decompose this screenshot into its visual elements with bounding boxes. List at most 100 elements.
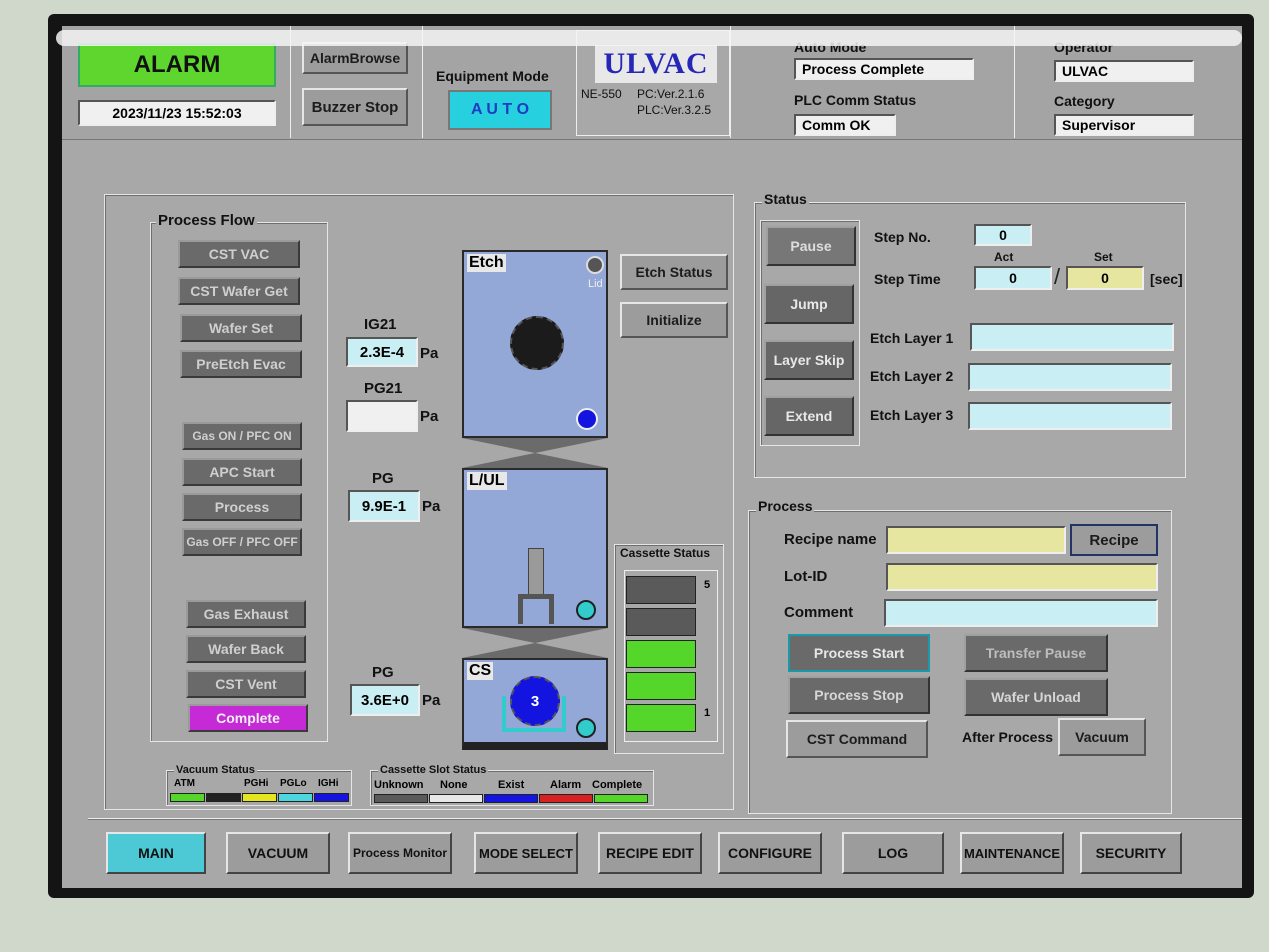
- ig21-unit: Pa: [420, 345, 439, 362]
- flow-step-apc-start: APC Start: [182, 458, 302, 486]
- cs-chamber[interactable]: CS 3: [462, 658, 608, 750]
- pg-lul-unit: Pa: [422, 498, 441, 515]
- cassette-bottom-number: 1: [704, 707, 711, 719]
- flow-step-cst-vent: CST Vent: [186, 670, 306, 698]
- nav-vacuum-button[interactable]: VACUUM: [226, 832, 330, 874]
- nav-maintenance-button[interactable]: MAINTENANCE: [960, 832, 1064, 874]
- cs-sensor-indicator: [576, 718, 596, 738]
- nav-security-button[interactable]: SECURITY: [1080, 832, 1182, 874]
- slot-status-title: Cassette Slot Status: [378, 764, 489, 776]
- nav-process-monitor-button[interactable]: Process Monitor: [348, 832, 452, 874]
- alarm-indicator[interactable]: ALARM: [78, 43, 276, 87]
- ulvac-logo-text: ULVAC: [603, 47, 709, 80]
- flow-step-label: Wafer Back: [208, 641, 284, 657]
- lid-label: Lid: [588, 278, 603, 290]
- lot-id-field[interactable]: [886, 563, 1158, 591]
- legend-pglo-label: PGLo: [280, 778, 307, 789]
- transfer-fork-icon: [518, 594, 554, 624]
- alarm-browse-button[interactable]: AlarmBrowse: [302, 42, 408, 74]
- nav-vacuum-label: VACUUM: [247, 845, 309, 861]
- legend-complete-label: Complete: [592, 779, 643, 791]
- flow-step-label: PreEtch Evac: [196, 356, 286, 372]
- etch-layer-1-field: [970, 323, 1174, 351]
- flow-step-label: APC Start: [209, 464, 275, 480]
- pg21-label: PG21: [364, 380, 403, 397]
- legend-atm-swatch: [170, 793, 205, 802]
- datetime-display: 2023/11/23 15:52:03: [78, 100, 276, 126]
- lul-chamber[interactable]: L/UL: [462, 468, 608, 628]
- category-label: Category: [1054, 93, 1115, 109]
- nav-mode-select-label: MODE SELECT: [479, 845, 573, 861]
- transfer-pause-button[interactable]: Transfer Pause: [964, 634, 1108, 672]
- set-label: Set: [1094, 250, 1113, 264]
- nav-log-button[interactable]: LOG: [842, 832, 944, 874]
- lul-chamber-name: L/UL: [467, 472, 507, 490]
- cassette-slot-1: [626, 704, 696, 732]
- process-stop-button[interactable]: Process Stop: [788, 676, 930, 714]
- nav-recipe-edit-button[interactable]: RECIPE EDIT: [598, 832, 702, 874]
- ig21-value: 2.3E-4: [359, 343, 405, 361]
- cassette-top-number: 5: [704, 579, 711, 591]
- auto-mode-value: Process Complete: [802, 61, 925, 77]
- gate-valve-etch-lul-icon: [462, 438, 608, 468]
- sec-unit-label: [sec]: [1150, 271, 1183, 287]
- flow-step-label: Process: [214, 499, 270, 515]
- alarm-browse-label: AlarmBrowse: [309, 50, 401, 66]
- ulvac-logo: ULVAC: [595, 45, 717, 83]
- nav-configure-button[interactable]: CONFIGURE: [718, 832, 822, 874]
- legend-pghi-swatch: [242, 793, 277, 802]
- layer-skip-button[interactable]: Layer Skip: [764, 340, 854, 380]
- initialize-button[interactable]: Initialize: [620, 302, 728, 338]
- process-start-button[interactable]: Process Start: [788, 634, 930, 672]
- wafer-unload-button[interactable]: Wafer Unload: [964, 678, 1108, 716]
- comment-field[interactable]: [884, 599, 1158, 627]
- legend-dark-swatch: [206, 793, 241, 802]
- legend-ighi-swatch: [314, 793, 349, 802]
- after-process-select[interactable]: Vacuum: [1058, 718, 1146, 756]
- step-time-set-field: 0: [1066, 266, 1144, 290]
- datetime-text: 2023/11/23 15:52:03: [112, 105, 242, 121]
- flow-step-label: Complete: [216, 710, 280, 726]
- plc-comm-field: Comm OK: [794, 114, 896, 136]
- status-title: Status: [762, 191, 809, 207]
- nav-security-label: SECURITY: [1095, 845, 1167, 861]
- flow-step-gas-off: Gas OFF / PFC OFF: [182, 528, 302, 556]
- wafer-unload-label: Wafer Unload: [991, 689, 1081, 705]
- jump-button[interactable]: Jump: [764, 284, 854, 324]
- pause-button[interactable]: Pause: [766, 226, 856, 266]
- lid-indicator-icon: [586, 256, 604, 274]
- etch-layer-2-field: [968, 363, 1172, 391]
- cs-wafer-icon: 3: [510, 676, 560, 726]
- recipe-button[interactable]: Recipe: [1070, 524, 1158, 556]
- extend-button[interactable]: Extend: [764, 396, 854, 436]
- alarm-label: ALARM: [133, 51, 221, 78]
- buzzer-stop-button[interactable]: Buzzer Stop: [302, 88, 408, 126]
- etch-status-button[interactable]: Etch Status: [620, 254, 728, 290]
- flow-step-cst-vac: CST VAC: [178, 240, 300, 268]
- step-no-value: 0: [999, 227, 1007, 243]
- step-time-act-field: 0: [974, 266, 1052, 290]
- jump-label: Jump: [790, 296, 828, 312]
- legend-unknown-swatch: [374, 794, 428, 803]
- etch-layer-2-label: Etch Layer 2: [870, 368, 954, 384]
- etch-sensor-indicator: [576, 408, 598, 430]
- step-no-label: Step No.: [874, 229, 931, 245]
- equipment-mode-indicator: A U T O: [448, 90, 552, 130]
- recipe-name-field[interactable]: [886, 526, 1066, 554]
- plc-version: PLC:Ver.3.2.5: [637, 103, 712, 117]
- nav-mode-select-button[interactable]: MODE SELECT: [474, 832, 578, 874]
- ig21-value-field: 2.3E-4: [346, 337, 418, 367]
- flow-step-label: Wafer Set: [208, 320, 274, 336]
- flow-step-label: CST Vent: [215, 676, 277, 692]
- cassette-status-title: Cassette Status: [618, 546, 713, 560]
- cst-command-button[interactable]: CST Command: [786, 720, 928, 758]
- lot-id-label: Lot-ID: [784, 568, 828, 585]
- pc-version: PC:Ver.2.1.6: [637, 87, 705, 101]
- nav-main-button[interactable]: MAIN: [106, 832, 206, 874]
- nav-process-monitor-label: Process Monitor: [352, 846, 448, 860]
- legend-none-label: None: [440, 779, 468, 791]
- transfer-arm-icon: [528, 548, 544, 596]
- plc-comm-value: Comm OK: [802, 117, 871, 133]
- vacuum-status-title: Vacuum Status: [174, 764, 257, 776]
- etch-chamber[interactable]: Etch Lid: [462, 250, 608, 438]
